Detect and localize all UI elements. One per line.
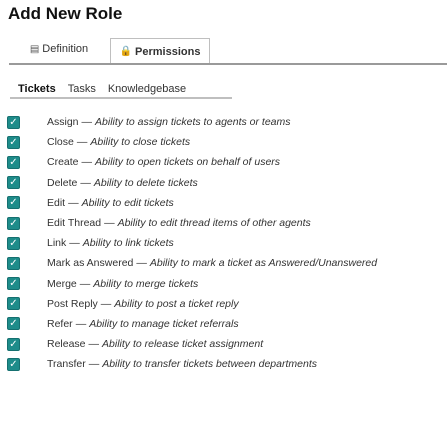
permission-checkbox[interactable]: ✓ [7,277,20,291]
permission-checkbox[interactable]: ✓ [7,135,20,149]
permission-description: Ability to close tickets [90,136,191,149]
permission-label: Assign — Ability to assign tickets to agen… [47,116,291,128]
permission-separator: — [88,358,100,371]
permission-checkbox[interactable]: ✓ [7,216,20,230]
permission-name: Close [47,136,74,149]
permission-description: Ability to mark a ticket as Answered/Una… [149,257,378,270]
permission-checkbox[interactable]: ✓ [7,317,20,331]
permission-separator: — [79,277,91,290]
permission-description: Ability to manage ticket referrals [89,317,239,330]
permission-description: Ability to open tickets on behalf of use… [95,156,281,169]
permission-label: Close — Ability to close tickets [47,136,190,148]
permission-name: Link [47,237,67,250]
permission-label: Refer — Ability to manage ticket referrals [47,318,239,330]
permission-row: ✓ Post Reply — Ability to post a ticket rep… [7,294,445,314]
permission-separator: — [136,257,147,270]
permission-description: Ability to link tickets [82,237,174,250]
tab-permissions-label: Permissions [135,45,201,58]
permission-description: Ability to delete tickets [93,176,198,189]
permission-name: Refer [47,317,73,330]
subtab-tasks[interactable]: Tasks [68,83,96,95]
permission-name: Delete [47,176,78,189]
lock-icon: 🔒 [119,46,133,57]
permission-label: Mark as Answered — Ability to mark a ticke… [47,257,377,269]
permission-checkbox[interactable]: ✓ [7,236,20,250]
permission-description: Ability to transfer tickets between depa… [102,358,317,371]
permission-separator: — [81,156,93,169]
subtab-knowledgebase[interactable]: Knowledgebase [108,83,186,95]
subtab-tickets[interactable]: Tickets [18,83,56,95]
permission-separator: — [104,217,115,230]
permission-name: Create [47,156,79,169]
permission-name: Release [47,338,86,351]
permission-checkbox[interactable]: ✓ [7,297,20,311]
permission-description: Ability to edit thread items of other ag… [117,217,311,230]
permission-row: ✓ Transfer — Ability to transfer tickets be… [7,354,445,374]
permission-label: Edit — Ability to edit tickets [47,197,174,209]
tab-underline [9,63,447,65]
permission-list: ✓ Assign — Ability to assign tickets to age… [7,112,445,374]
tab-definition-label: Definition [42,43,89,55]
permission-description: Ability to post a ticket reply [114,297,239,310]
permission-label: Transfer — Ability to transfer tickets bet… [47,358,317,370]
permission-row: ✓ Delete — Ability to delete tickets [7,173,445,193]
permission-separator: — [69,237,80,250]
page-title: Add New Role [8,4,123,23]
permission-description: Ability to edit tickets [81,196,174,209]
role-tabs: ▤ Definition 🔒 Permissions [9,34,447,66]
tab-permissions[interactable]: 🔒 Permissions [110,38,210,64]
permission-row: ✓ Refer — Ability to manage ticket referral… [7,314,445,334]
permission-row: ✓ Link — Ability to link tickets [7,233,445,253]
permission-label: Delete — Ability to delete tickets [47,177,198,189]
permission-label: Post Reply — Ability to post a ticket repl… [47,298,239,310]
permission-separator: — [81,116,93,129]
permission-separator: — [76,136,88,149]
permission-checkbox[interactable]: ✓ [7,155,20,169]
permission-checkbox[interactable]: ✓ [7,196,20,210]
permission-separator: — [68,196,79,209]
permission-row: ✓ Edit Thread — Ability to edit thread item… [7,213,445,233]
permission-name: Post Reply [47,297,98,310]
permission-checkbox[interactable]: ✓ [7,256,20,270]
permission-row: ✓ Create — Ability to open tickets on behal… [7,152,445,172]
permission-checkbox[interactable]: ✓ [7,357,20,371]
permission-name: Assign [47,116,79,129]
permission-checkbox[interactable]: ✓ [7,176,20,190]
permission-label: Release — Ability to release ticket assign… [47,338,263,350]
permission-name: Edit [47,196,66,209]
permission-row: ✓ Merge — Ability to merge tickets [7,274,445,294]
permission-label: Link — Ability to link tickets [47,237,174,249]
permission-description: Ability to merge tickets [93,277,199,290]
permission-name: Merge [47,277,77,290]
subtabs-divider [10,97,232,99]
permission-label: Create — Ability to open tickets on behalf… [47,156,280,168]
permission-row: ✓ Mark as Answered — Ability to mark a tick… [7,253,445,273]
permission-separator: — [75,317,87,330]
permission-row: ✓ Assign — Ability to assign tickets to age… [7,112,445,132]
document-icon: ▤ [29,43,40,55]
permission-name: Transfer [47,358,86,371]
permission-separator: — [80,176,91,189]
permission-row: ✓ Close — Ability to close tickets [7,132,445,152]
permission-checkbox[interactable]: ✓ [7,115,20,129]
permission-name: Mark as Answered [47,257,134,270]
permission-row: ✓ Edit — Ability to edit tickets [7,193,445,213]
tab-definition[interactable]: ▤ Definition [23,39,95,59]
permission-label: Edit Thread — Ability to edit thread items… [47,217,311,229]
permission-label: Merge — Ability to merge tickets [47,278,198,290]
permission-separator: — [88,338,100,351]
permission-separator: — [100,297,112,310]
permission-description: Ability to release ticket assignment [102,338,264,351]
permission-description: Ability to assign tickets to agents or t… [95,116,291,129]
permission-checkbox[interactable]: ✓ [7,337,20,351]
permission-subtabs: Tickets Tasks Knowledgebase [18,83,186,95]
permission-row: ✓ Release — Ability to release ticket assig… [7,334,445,354]
permission-name: Edit Thread [47,217,102,230]
